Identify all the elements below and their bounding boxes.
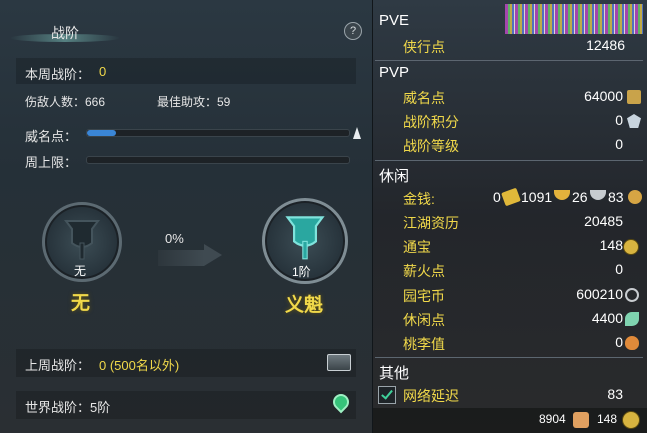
pvp-item-value: 0 — [615, 112, 623, 128]
latency-label: 网络延迟 — [403, 388, 459, 404]
separator — [375, 160, 643, 161]
leisure-item-label: 薪火点 — [403, 263, 445, 279]
next-tier-badge: 1阶 — [292, 265, 311, 279]
separator — [375, 357, 643, 358]
help-icon[interactable]: ? — [344, 22, 362, 40]
leisure-item-label: 桃李值 — [403, 336, 445, 352]
money-copper-value: 83 — [608, 189, 624, 205]
pvp-header: PVP — [379, 64, 410, 81]
rank-crest-icon — [627, 114, 641, 128]
prestige-progress-bar — [86, 129, 350, 137]
pve-header: PVE — [379, 12, 410, 29]
rank-panel: 战阶 ? 本周战阶： 0 伤敌人数：666 最佳助攻：59 威名点： 周上限： … — [0, 0, 373, 433]
world-rank-text: 世界战阶：5阶 — [25, 400, 111, 415]
pve-item-value: 12486 — [586, 37, 625, 53]
leisure-item-value: 0 — [615, 261, 623, 277]
copper-coin-icon — [628, 190, 642, 204]
next-tier-name: 义魁 — [285, 295, 324, 316]
current-tier-badge: 无 — [74, 264, 87, 278]
progress-arrow-head-icon — [204, 244, 222, 266]
leisure-item-value: 20485 — [584, 213, 623, 229]
pvp-item-label: 威名点 — [403, 90, 445, 106]
current-tier-name: 无 — [71, 293, 91, 314]
leisure-item-value: 4400 — [591, 310, 623, 326]
best-assists: 最佳助攻：59 — [157, 95, 231, 109]
next-tier-emblem: 1阶 — [262, 198, 348, 284]
footer-right-value: 148 — [597, 412, 618, 426]
prestige-label: 威名点： — [25, 129, 78, 144]
last-week-value: 0 (500名以外) — [99, 358, 180, 373]
latency-checkbox[interactable] — [378, 386, 396, 404]
leisure-item-value: 148 — [599, 237, 623, 253]
rank-panel-header: 战阶 ? — [0, 12, 372, 48]
panel-title: 战阶 — [51, 25, 79, 41]
coin-icon — [622, 411, 640, 429]
gold-coin-icon — [554, 190, 570, 200]
money-silver-value: 26 — [572, 189, 588, 205]
silver-icon — [590, 190, 606, 200]
estate-coin-icon — [625, 288, 639, 302]
pvp-item-label: 战阶等级 — [403, 138, 459, 154]
footer-left-value: 8904 — [539, 412, 566, 426]
latency-value: 83 — [607, 386, 623, 402]
money-label: 金钱: — [403, 191, 435, 207]
leisure-item-label: 休闲点 — [403, 312, 445, 328]
gold-ingot-icon — [501, 187, 521, 207]
tongbao-coin-icon — [623, 239, 639, 255]
weekly-cap-label: 周上限： — [25, 155, 78, 170]
currency-panel: PVE 侠行点 12486 PVP 威名点 64000 战阶积分 0 战阶等级 … — [373, 0, 647, 433]
upgrade-percent: 0% — [165, 231, 184, 246]
leisure-header: 休闲 — [379, 168, 410, 185]
leisure-item-label: 江湖资历 — [403, 215, 459, 231]
pve-item-label: 侠行点 — [403, 39, 445, 55]
last-week-label: 上周战阶： — [25, 358, 91, 373]
weekly-cap-progress-bar — [86, 156, 350, 164]
footer-bar: 8904 148 — [373, 408, 647, 433]
leisure-item-label: 通宝 — [403, 239, 431, 255]
pvp-item-label: 战阶积分 — [403, 114, 459, 130]
money-ingot-value: 1091 — [521, 189, 553, 205]
flag-emblem-icon — [64, 220, 100, 260]
prestige-token-icon — [627, 90, 641, 104]
money-gold-value: 0 — [493, 189, 501, 205]
leisure-item-label: 园宅币 — [403, 288, 445, 304]
progress-arrow-icon — [158, 250, 204, 266]
other-header: 其他 — [379, 365, 410, 382]
leisure-item-value: 0 — [615, 334, 623, 350]
chest-icon[interactable] — [327, 354, 351, 371]
kills-count: 伤敌人数：666 — [25, 95, 106, 109]
weekly-rank-label: 本周战阶： — [25, 67, 91, 82]
top-decorative-strip — [505, 4, 643, 34]
separator — [375, 60, 643, 61]
weekly-rank-value: 0 — [99, 64, 107, 79]
flag-emblem-icon — [285, 216, 325, 260]
checkmark-icon — [381, 387, 393, 400]
footer-item-icon — [573, 412, 589, 428]
peach-icon — [625, 336, 639, 350]
prestige-progress-fill — [87, 130, 116, 136]
leisure-item-value: 600210 — [576, 286, 623, 302]
pvp-item-value: 0 — [615, 136, 623, 152]
bar-end-marker-icon — [353, 127, 361, 139]
current-tier-emblem: 无 — [42, 202, 122, 282]
leaf-icon — [625, 312, 639, 326]
pvp-item-value: 64000 — [584, 88, 623, 104]
